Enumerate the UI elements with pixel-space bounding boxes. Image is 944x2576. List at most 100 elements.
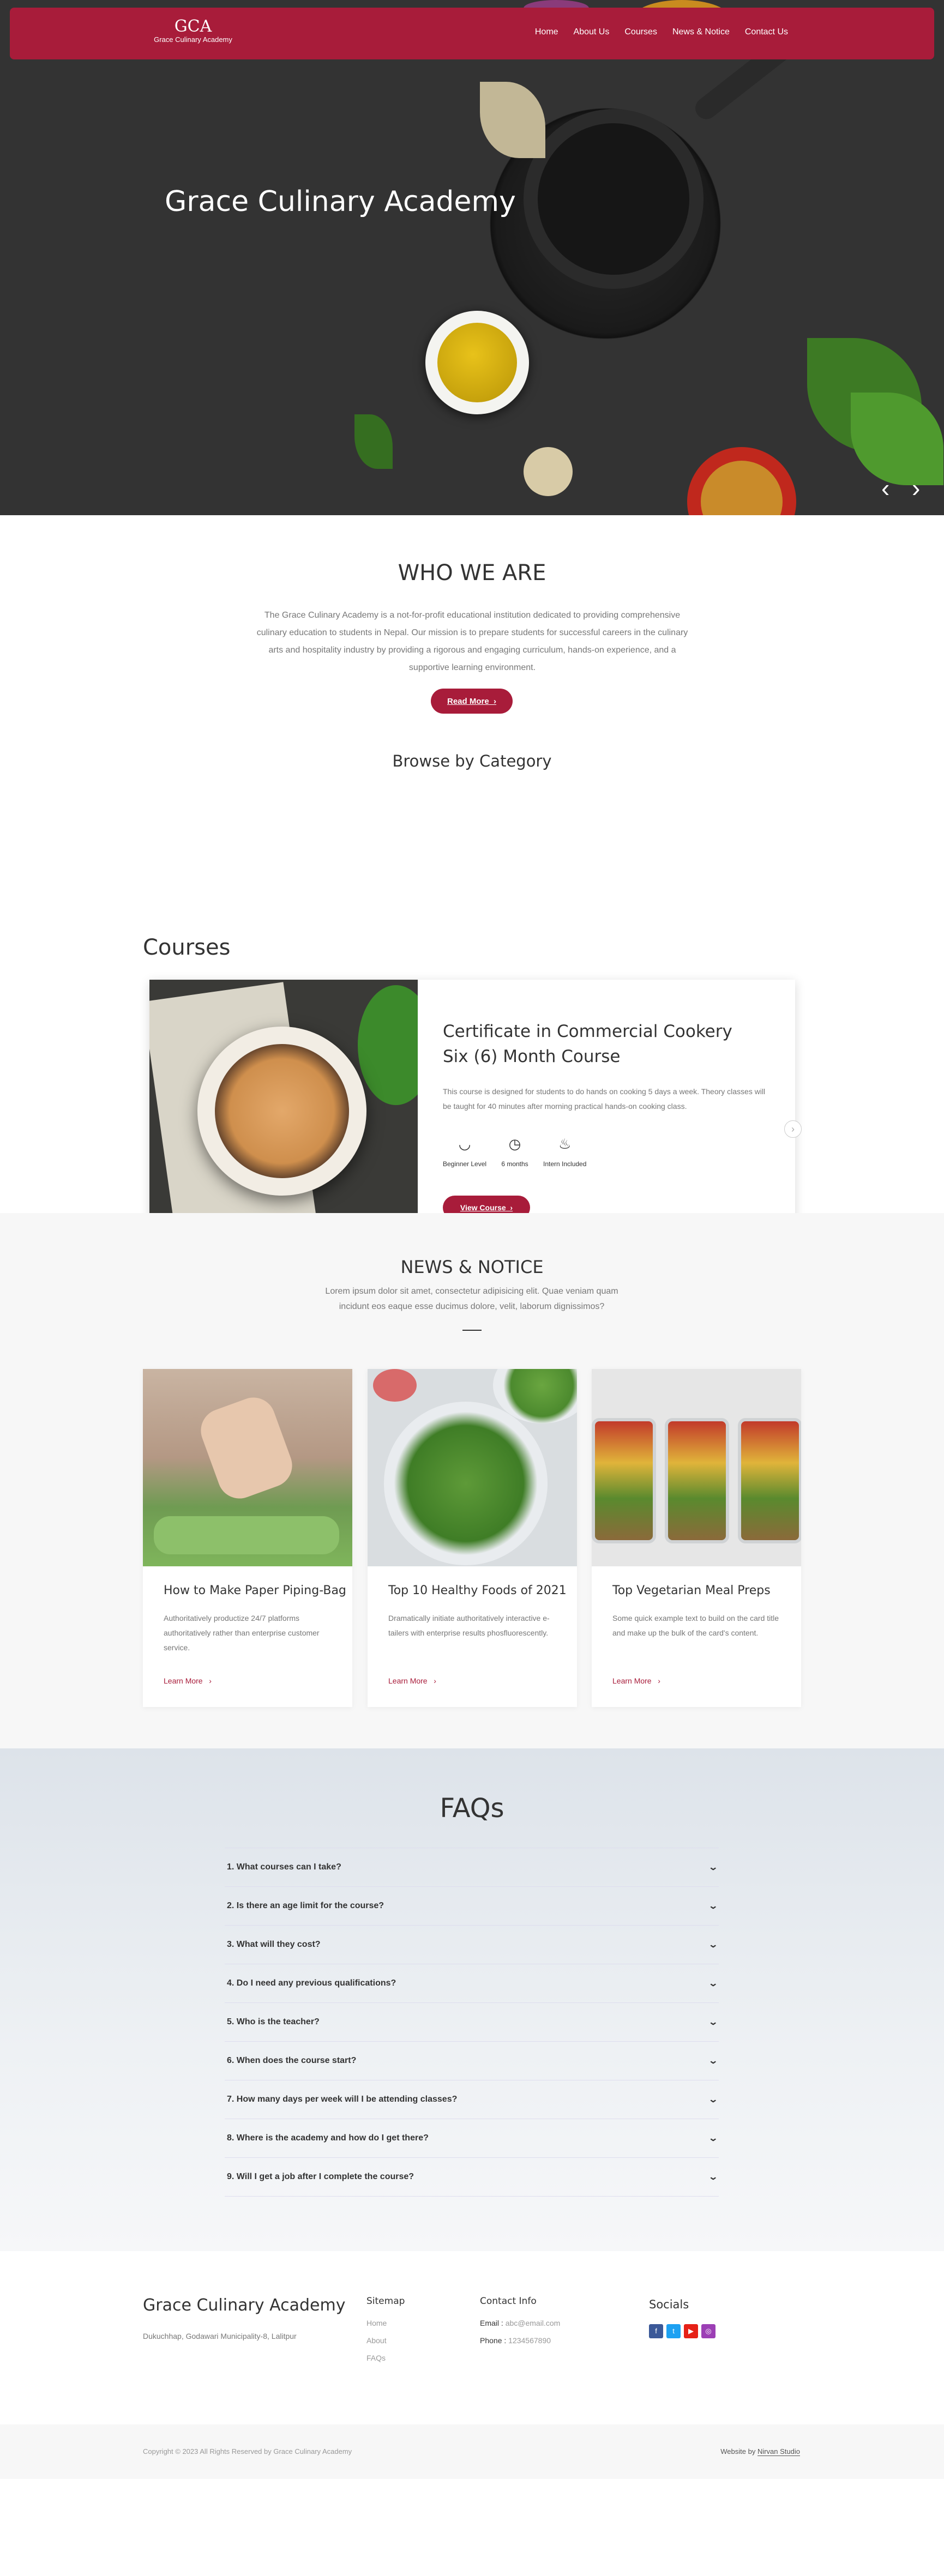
carousel-next-icon[interactable]: › bbox=[784, 1120, 802, 1138]
faq-question: 3. What will they cost? bbox=[227, 1940, 321, 1949]
feature-duration-label: 6 months bbox=[501, 1160, 528, 1168]
credit: Website by Nirvan Studio bbox=[720, 2447, 800, 2456]
faq-list: 1. What courses can I take? ⌄ 2. Is there… bbox=[225, 1848, 719, 2197]
footer-link-home[interactable]: Home bbox=[366, 2314, 387, 2332]
faq-question: 5. Who is the teacher? bbox=[227, 2017, 320, 2026]
divider bbox=[462, 1330, 482, 1331]
news-card[interactable]: How to Make Paper Piping-Bag Authoritati… bbox=[143, 1369, 352, 1707]
news-image bbox=[368, 1369, 577, 1566]
logo-mark: GCA bbox=[174, 17, 212, 36]
courses-title: Courses bbox=[143, 935, 231, 960]
nav-menu: Home About Us Courses News & Notice Cont… bbox=[535, 27, 788, 37]
learn-more-label: Learn More bbox=[612, 1676, 652, 1685]
faq-item[interactable]: 1. What courses can I take? ⌄ bbox=[225, 1848, 719, 1887]
learn-more-label: Learn More bbox=[164, 1676, 203, 1685]
nav-contact[interactable]: Contact Us bbox=[745, 27, 788, 37]
learn-more-link[interactable]: Learn More › bbox=[612, 1676, 660, 1685]
faq-question: 8. Where is the academy and how do I get… bbox=[227, 2133, 429, 2143]
chevron-down-icon: ⌄ bbox=[707, 1902, 718, 1911]
faq-item[interactable]: 2. Is there an age limit for the course?… bbox=[225, 1887, 719, 1926]
twitter-icon[interactable]: t bbox=[666, 2324, 681, 2338]
nav-home[interactable]: Home bbox=[535, 27, 558, 37]
view-course-label: View Course bbox=[460, 1203, 506, 1212]
faq-item[interactable]: 5. Who is the teacher? ⌄ bbox=[225, 2003, 719, 2042]
faq-question: 4. Do I need any previous qualifications… bbox=[227, 1978, 396, 1988]
chevron-down-icon: ⌄ bbox=[707, 2095, 718, 2104]
footer-brand: Grace Culinary Academy bbox=[143, 2296, 346, 2315]
footer-link-faqs[interactable]: FAQs bbox=[366, 2349, 386, 2367]
learn-more-link[interactable]: Learn More › bbox=[164, 1676, 212, 1685]
courses-section: Courses Certificate in Commercial Cooker… bbox=[0, 935, 944, 1262]
learn-more-label: Learn More bbox=[388, 1676, 428, 1685]
faq-item[interactable]: 6. When does the course start? ⌄ bbox=[225, 2042, 719, 2080]
who-title: WHO WE ARE bbox=[398, 560, 546, 586]
news-image bbox=[592, 1369, 801, 1566]
feature-intern-label: Intern Included bbox=[543, 1160, 587, 1168]
news-card[interactable]: Top Vegetarian Meal Preps Some quick exa… bbox=[592, 1369, 801, 1707]
faq-question: 6. When does the course start? bbox=[227, 2056, 357, 2065]
bowl-icon: ◡ bbox=[458, 1136, 471, 1152]
credit-prefix: Website by bbox=[720, 2447, 757, 2456]
instagram-icon[interactable]: ◎ bbox=[701, 2324, 715, 2338]
feature-intern: ♨ Intern Included bbox=[543, 1136, 586, 1168]
news-text-3: Some quick example text to build on the … bbox=[612, 1614, 779, 1637]
copyright: Copyright © 2023 All Rights Reserved by … bbox=[143, 2447, 352, 2456]
faq-item[interactable]: 7. How many days per week will I be atte… bbox=[225, 2080, 719, 2119]
faq-item[interactable]: 4. Do I need any previous qualifications… bbox=[225, 1964, 719, 2003]
hero-banner: Grace Culinary Academy ‹ › bbox=[0, 0, 944, 515]
chevron-down-icon: ⌄ bbox=[707, 1863, 718, 1872]
news-text-1: Authoritatively productize 24/7 platform… bbox=[164, 1614, 320, 1652]
footer: Grace Culinary Academy Dukuchhap, Godawa… bbox=[0, 2251, 944, 2424]
news-text-2: Dramatically initiate authoritatively in… bbox=[388, 1614, 550, 1637]
phone-value[interactable]: 1234567890 bbox=[508, 2336, 551, 2345]
feature-level: ◡ Beginner Level bbox=[443, 1136, 486, 1168]
news-title-3: Top Vegetarian Meal Preps bbox=[612, 1584, 771, 1597]
faq-item[interactable]: 3. What will they cost? ⌄ bbox=[225, 1926, 719, 1964]
faq-item[interactable]: 9. Will I get a job after I complete the… bbox=[225, 2158, 719, 2197]
youtube-icon[interactable]: ▶ bbox=[684, 2324, 698, 2338]
who-we-are-section: WHO WE ARE The Grace Culinary Academy is… bbox=[0, 515, 944, 957]
facebook-icon[interactable]: f bbox=[649, 2324, 663, 2338]
navbar: GCA Grace Culinary Academy Home About Us… bbox=[10, 8, 934, 59]
chevron-right-icon[interactable]: › bbox=[912, 475, 920, 500]
footer-link-about[interactable]: About bbox=[366, 2332, 387, 2349]
news-image bbox=[143, 1369, 352, 1566]
chevron-down-icon: ⌄ bbox=[707, 2056, 718, 2066]
chevron-down-icon: ⌄ bbox=[707, 2173, 718, 2182]
news-card[interactable]: Top 10 Healthy Foods of 2021 Dramaticall… bbox=[368, 1369, 577, 1707]
news-title-2: Top 10 Healthy Foods of 2021 bbox=[388, 1584, 567, 1597]
faq-question: 9. Will I get a job after I complete the… bbox=[227, 2172, 414, 2181]
contact-phone: Phone : 1234567890 bbox=[480, 2332, 551, 2349]
chevron-down-icon: ⌄ bbox=[707, 2018, 718, 2027]
learn-more-link[interactable]: Learn More › bbox=[388, 1676, 436, 1685]
feature-duration: ◷ 6 months bbox=[498, 1136, 531, 1168]
nav-news[interactable]: News & Notice bbox=[672, 27, 730, 37]
course-description: This course is designed for students to … bbox=[443, 1087, 766, 1111]
chevron-down-icon: ⌄ bbox=[707, 1940, 718, 1950]
contact-title: Contact Info bbox=[480, 2296, 537, 2307]
chevron-left-icon[interactable]: ‹ bbox=[881, 475, 889, 500]
logo[interactable]: GCA Grace Culinary Academy bbox=[144, 19, 242, 45]
faq-question: 2. Is there an age limit for the course? bbox=[227, 1901, 384, 1910]
bottom-bar: Copyright © 2023 All Rights Reserved by … bbox=[0, 2424, 944, 2479]
read-more-button[interactable]: Read More › bbox=[431, 689, 513, 714]
faqs-section: FAQs 1. What courses can I take? ⌄ 2. Is … bbox=[0, 1748, 944, 2251]
nav-about[interactable]: About Us bbox=[574, 27, 610, 37]
hero-title: Grace Culinary Academy bbox=[165, 185, 516, 218]
email-value[interactable]: abc@email.com bbox=[506, 2319, 561, 2327]
credit-link[interactable]: Nirvan Studio bbox=[757, 2447, 800, 2456]
pan-image bbox=[524, 109, 704, 289]
faq-question: 7. How many days per week will I be atte… bbox=[227, 2095, 458, 2104]
email-label: Email : bbox=[480, 2319, 506, 2327]
contact-email: Email : abc@email.com bbox=[480, 2314, 560, 2332]
news-subtitle: Lorem ipsum dolor sit amet, consectetur … bbox=[325, 1287, 618, 1311]
chevron-down-icon: ⌄ bbox=[707, 1979, 718, 1988]
course-title: Certificate in Commercial Cookery Six (6… bbox=[443, 1022, 732, 1066]
feature-level-label: Beginner Level bbox=[443, 1160, 487, 1168]
news-title-1: How to Make Paper Piping-Bag bbox=[164, 1584, 346, 1597]
socials-title: Socials bbox=[649, 2298, 689, 2311]
news-section: NEWS & NOTICE Lorem ipsum dolor sit amet… bbox=[0, 1213, 944, 1748]
phone-label: Phone : bbox=[480, 2336, 509, 2345]
nav-courses[interactable]: Courses bbox=[624, 27, 657, 37]
faq-item[interactable]: 8. Where is the academy and how do I get… bbox=[225, 2119, 719, 2158]
